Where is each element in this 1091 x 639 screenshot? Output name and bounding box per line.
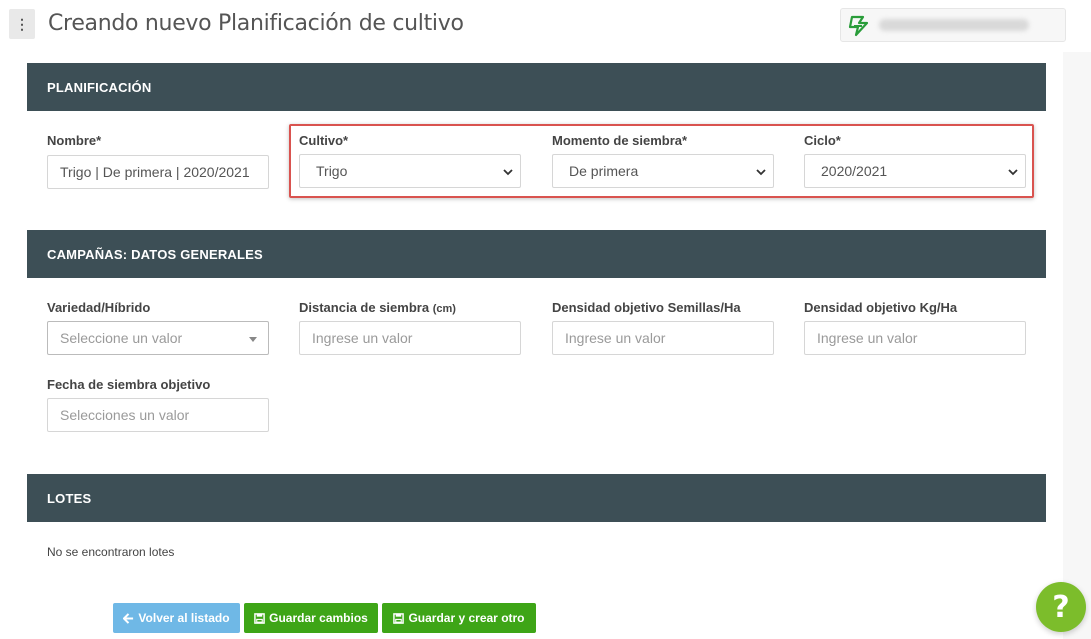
- variedad-placeholder: Seleccione un valor: [60, 330, 183, 346]
- section-header-lotes: LOTES: [27, 474, 1046, 522]
- save-icon: [393, 612, 405, 624]
- ciclo-value: 2020/2021: [821, 163, 888, 179]
- back-button[interactable]: Volver al listado: [113, 603, 240, 633]
- densidad-semillas-input[interactable]: Ingrese un valor: [552, 321, 774, 355]
- cultivo-label: Cultivo*: [299, 133, 349, 148]
- distancia-placeholder: Ingrese un valor: [312, 330, 413, 346]
- nombre-label: Nombre*: [47, 133, 102, 148]
- back-button-label: Volver al listado: [138, 611, 230, 625]
- distancia-label: Distancia de siembra (cm): [299, 300, 456, 315]
- section-header-campanas: CAMPAÑAS: DATOS GENERALES: [27, 230, 1046, 278]
- help-icon[interactable]: ?: [1036, 582, 1086, 632]
- fecha-placeholder: Selecciones un valor: [60, 407, 190, 423]
- top-bar: ⋮ Creando nuevo Planificación de cultivo: [0, 0, 1091, 52]
- fecha-input[interactable]: Selecciones un valor: [47, 398, 269, 432]
- save-and-new-button-label: Guardar y crear otro: [408, 611, 525, 625]
- user-name: [879, 19, 1029, 31]
- nombre-value: Trigo | De primera | 2020/2021: [60, 164, 250, 180]
- save-button-label: Guardar cambios: [269, 611, 368, 625]
- distancia-input[interactable]: Ingrese un valor: [299, 321, 521, 355]
- section-header-planificacion: PLANIFICACIÓN: [27, 63, 1046, 111]
- chevron-down-icon: [503, 169, 513, 176]
- variedad-select[interactable]: Seleccione un valor: [47, 321, 269, 355]
- help-glyph: ?: [1052, 589, 1070, 625]
- densidad-semillas-placeholder: Ingrese un valor: [565, 330, 666, 346]
- save-and-new-button[interactable]: Guardar y crear otro: [382, 603, 536, 633]
- lotes-empty-text: No se encontraron lotes: [47, 545, 175, 559]
- brand-logo-icon: [848, 15, 869, 37]
- save-button[interactable]: Guardar cambios: [244, 603, 378, 633]
- user-menu[interactable]: [840, 8, 1066, 42]
- ciclo-label: Ciclo*: [804, 133, 841, 148]
- page-title: Creando nuevo Planificación de cultivo: [48, 11, 464, 36]
- momento-value: De primera: [569, 163, 639, 179]
- ciclo-select[interactable]: 2020/2021: [804, 154, 1026, 188]
- save-icon: [254, 612, 265, 624]
- menu-glyph: ⋮: [15, 15, 29, 32]
- nombre-input[interactable]: Trigo | De primera | 2020/2021: [47, 155, 269, 189]
- variedad-label: Variedad/Híbrido: [47, 300, 151, 315]
- chevron-down-icon: [756, 169, 766, 176]
- distancia-label-text: Distancia de siembra: [299, 300, 430, 315]
- arrow-left-icon: [123, 612, 134, 624]
- cultivo-value: Trigo: [316, 163, 348, 179]
- densidad-kg-placeholder: Ingrese un valor: [817, 330, 918, 346]
- densidad-kg-input[interactable]: Ingrese un valor: [804, 321, 1026, 355]
- cultivo-select[interactable]: Trigo: [299, 154, 521, 188]
- momento-select[interactable]: De primera: [552, 154, 774, 188]
- momento-label: Momento de siembra*: [552, 133, 688, 148]
- scrollbar[interactable]: [1063, 52, 1091, 639]
- caret-down-icon: [249, 337, 257, 342]
- densidad-kg-label: Densidad objetivo Kg/Ha: [804, 300, 958, 315]
- more-vertical-icon[interactable]: ⋮: [9, 9, 35, 39]
- distancia-unit: (cm): [432, 303, 456, 315]
- densidad-semillas-label: Densidad objetivo Semillas/Ha: [552, 300, 741, 315]
- fecha-label: Fecha de siembra objetivo: [47, 377, 211, 392]
- chevron-down-icon: [1008, 169, 1018, 176]
